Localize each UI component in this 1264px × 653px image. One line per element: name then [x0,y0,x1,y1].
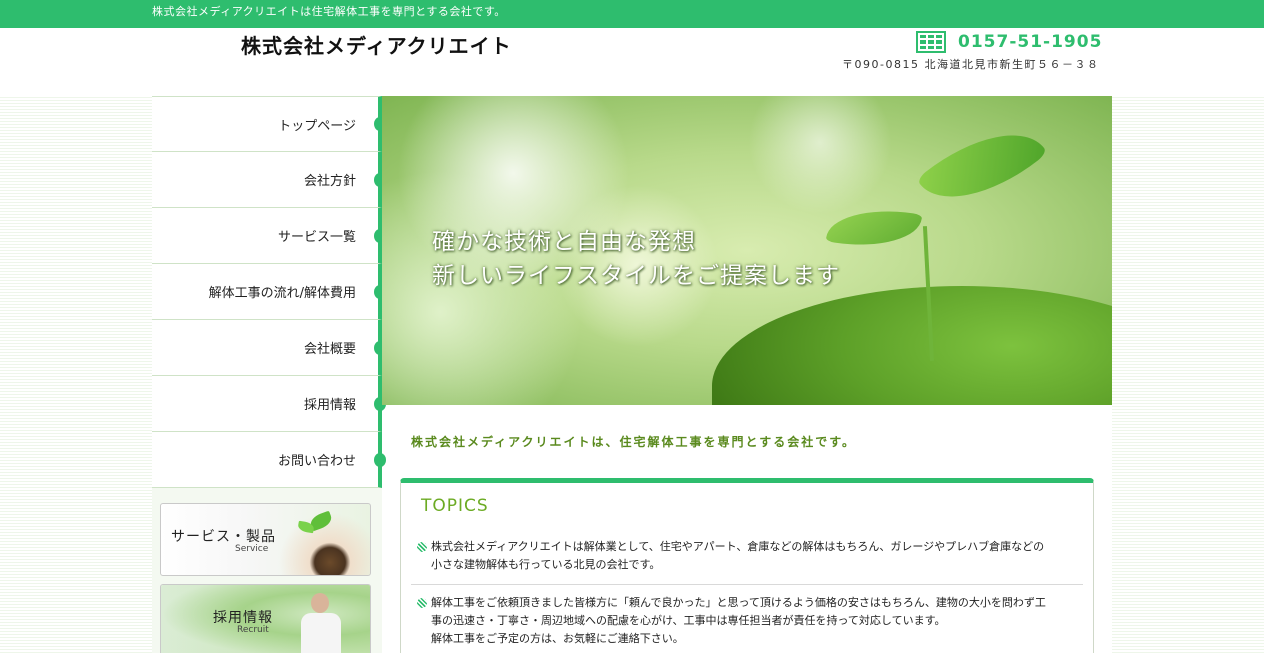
topic-line: 解体工事をご予定の方は、お気軽にご連絡下さい。 [431,632,684,645]
nav-item-label: 解体工事の流れ/解体費用 [208,286,356,301]
side-banners: サービス・製品 Service 採用情報 Recruit [152,488,382,653]
nav-item-company-policy[interactable]: 会社方針 [152,152,386,208]
person-body [301,613,341,653]
site-header: 株式会社メディアクリエイト 0157-51-1905 〒090-0815 北海道… [0,28,1264,96]
nav-item-company-profile[interactable]: 会社概要 [152,320,386,376]
nav-item-label: サービス一覧 [277,230,356,245]
banner-title: 採用情報 [213,610,273,626]
nav-item-recruit[interactable]: 採用情報 [152,376,386,432]
banner-subtitle: Service [235,544,269,554]
top-announcement-text: 株式会社メディアクリエイトは住宅解体工事を専門とする会社です。 [152,5,506,18]
top-announcement-bar: 株式会社メディアクリエイトは住宅解体工事を専門とする会社です。 [0,0,1264,28]
bullet-icon [417,542,427,552]
nav-item-label: 会社方針 [303,174,356,189]
bullet-icon [417,598,427,608]
nav-item-services[interactable]: サービス一覧 [152,208,386,264]
site-logo[interactable]: 株式会社メディアクリエイト [241,30,512,59]
nav-item-label: トップページ [278,118,356,134]
nav-item-demolition-flow[interactable]: 解体工事の流れ/解体費用 [152,264,386,320]
topic-divider [411,584,1083,585]
topic-item: 株式会社メディアクリエイトは解体業として、住宅やアパート、倉庫などの解体はもちろ… [417,538,1083,574]
hero-tagline-2: 新しいライフスタイルをご提案します [432,263,840,289]
sprout-leaf-right [916,105,1048,227]
address-text: 〒090-0815 北海道北見市新生町５６－３８ [842,58,1100,71]
hero-image: 確かな技術と自由な発想 新しいライフスタイルをご提案します [382,96,1112,405]
nav-item-top-page[interactable]: トップページ [152,96,386,152]
topics-title: TOPICS [421,496,489,516]
sprout-leaf-left [825,201,923,255]
recruit-banner[interactable]: 採用情報 Recruit [160,584,371,653]
nav-dot-icon [374,452,386,467]
phone-number[interactable]: 0157-51-1905 [958,32,1102,52]
left-background-stripe [0,96,152,653]
building-phone-icon [916,31,946,53]
topic-line: 株式会社メディアクリエイトは解体業として、住宅やアパート、倉庫などの解体はもちろ… [431,540,1045,553]
nav-item-label: お問い合わせ [277,454,356,469]
nav-item-label: 採用情報 [303,398,356,413]
topic-line: 解体工事をご依頼頂きました皆様方に「頼んで良かった」と思って頂けるよう価格の安さ… [431,596,1046,609]
nav-item-label: 会社概要 [303,342,356,357]
intro-heading: 株式会社メディアクリエイトは、住宅解体工事を専門とする会社です。 [411,435,857,449]
nav-item-contact[interactable]: お問い合わせ [152,432,386,488]
person-head [311,593,329,613]
phone-contact[interactable]: 0157-51-1905 [916,31,1102,53]
banner-title: サービス・製品 [171,529,276,545]
service-banner[interactable]: サービス・製品 Service [160,503,371,576]
hero-tagline-1: 確かな技術と自由な発想 [432,229,696,255]
topic-item: 解体工事をご依頼頂きました皆様方に「頼んで良かった」と思って頂けるよう価格の安さ… [417,594,1083,648]
topic-line: 小さな建物解体も行っている北見の会社です。 [431,558,661,571]
topic-line: 事の迅速さ・丁寧さ・周辺地域への配慮を心がけ、工事中は専任担当者が責任を持って対… [431,614,946,627]
moss-ground [712,286,1112,405]
sidebar-nav: トップページ 会社方針 サービス一覧 解体工事の流れ/解体費用 会社概要 採用情… [152,96,386,488]
topics-box: TOPICS 株式会社メディアクリエイトは解体業として、住宅やアパート、倉庫など… [400,478,1094,653]
right-background-stripe [1112,96,1264,653]
banner-subtitle: Recruit [237,625,269,635]
sprout-in-hands-image [270,504,370,575]
